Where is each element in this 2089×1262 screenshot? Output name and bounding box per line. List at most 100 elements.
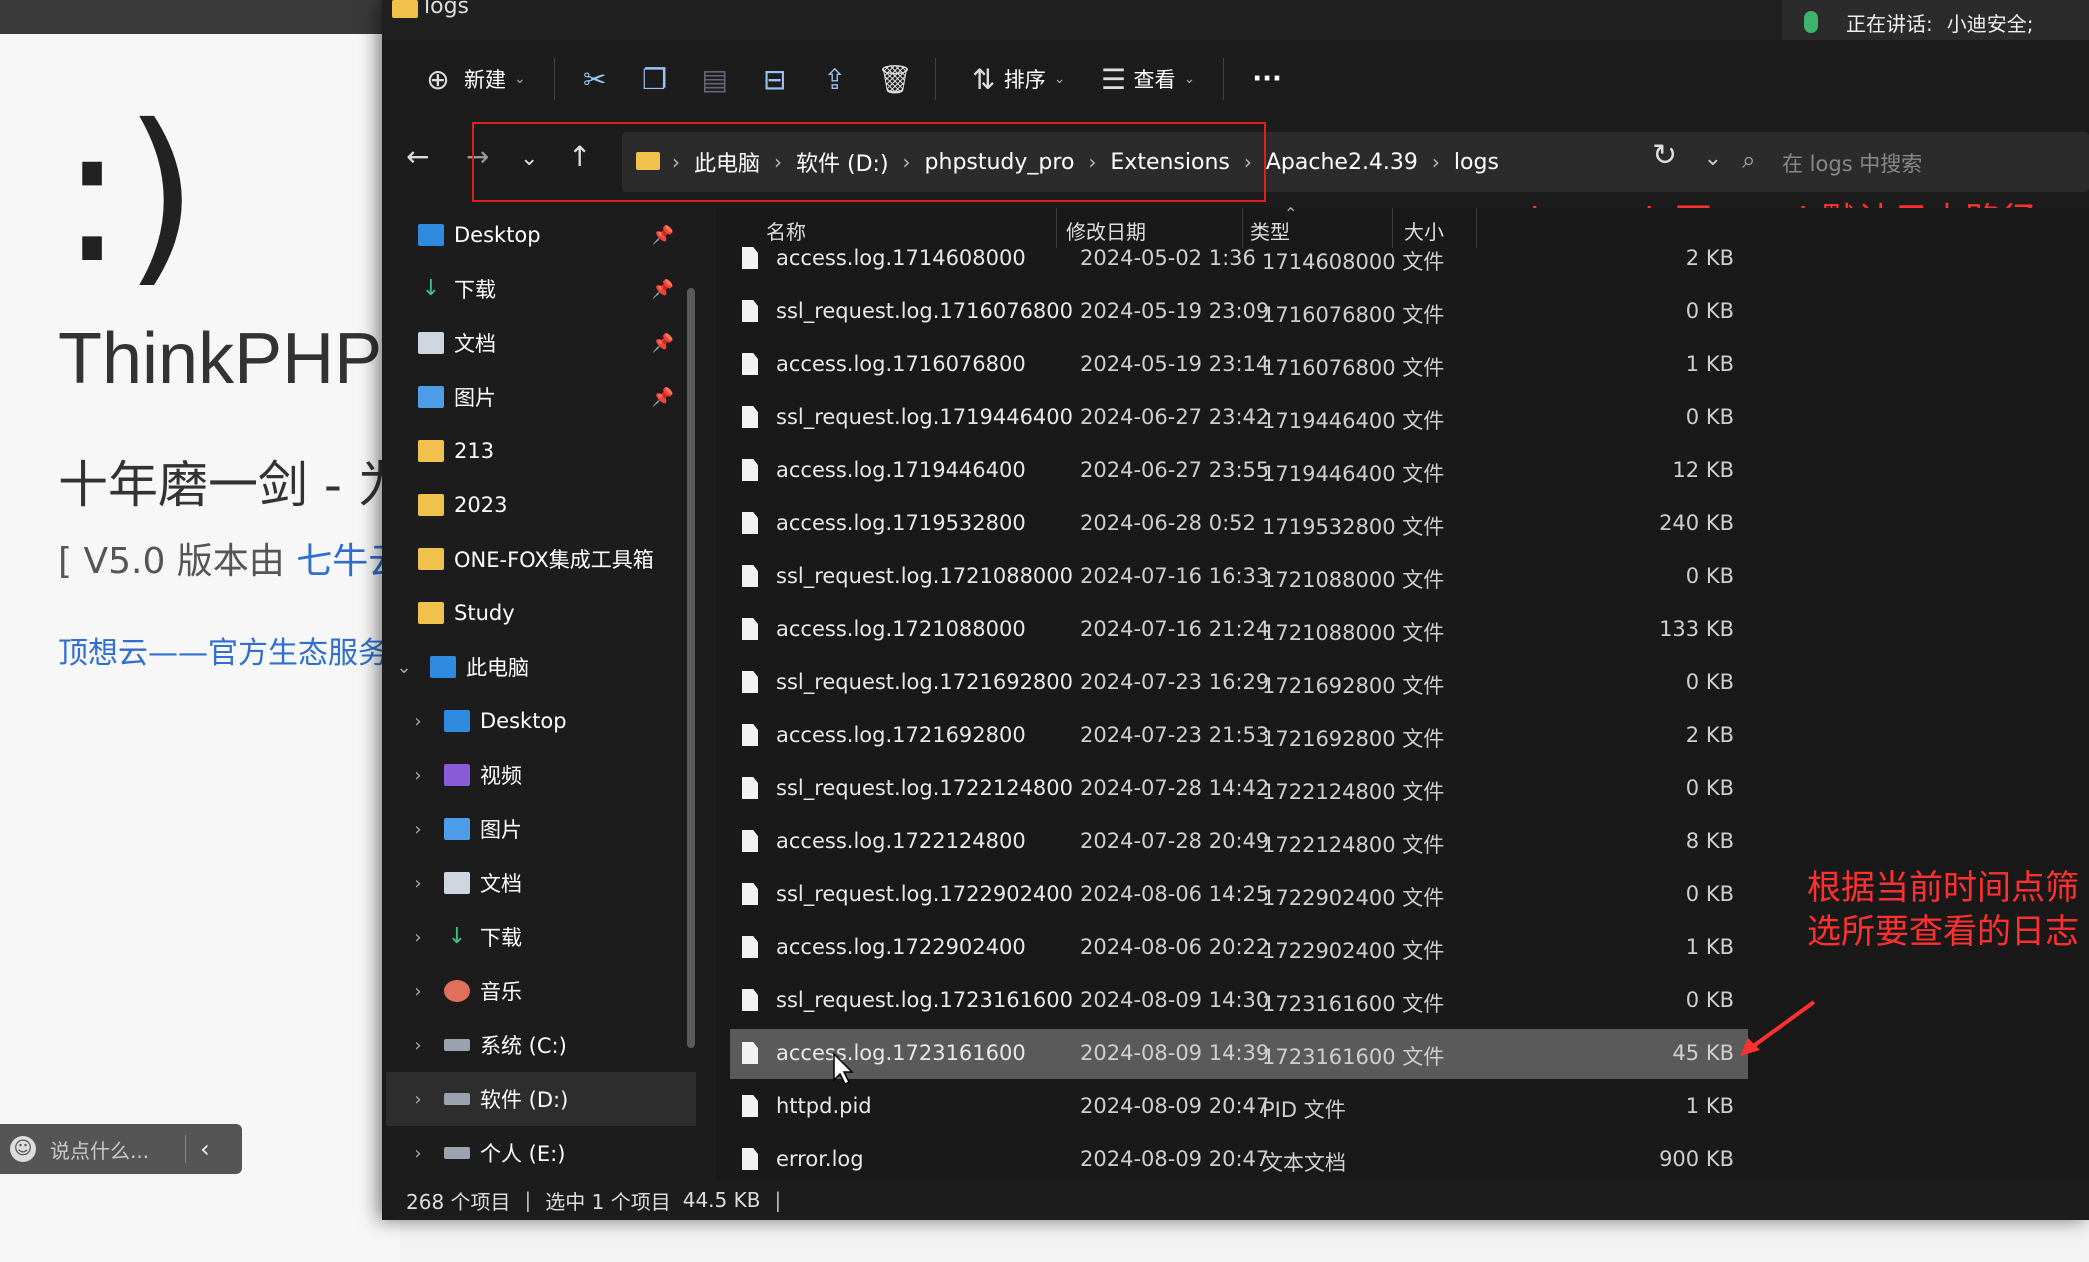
sidebar-item-study[interactable]: Study [418, 586, 718, 640]
sidebar-scrollbar[interactable] [687, 288, 695, 1048]
share-icon[interactable]: ⇪ [809, 63, 861, 96]
new-button[interactable]: ⊕ 新建 ⌄ [398, 51, 540, 107]
collapsed-chevron-icon[interactable]: › [406, 1143, 430, 1164]
table-row[interactable]: access.log.1719532800 2024-06-28 0:52 1719… [730, 499, 1748, 549]
sidebar-item-label: 图片 [480, 818, 522, 842]
sidebar-item-pictures[interactable]: › 图片 [406, 802, 706, 856]
sidebar-item-drive-e[interactable]: › 个人 (E:) [406, 1126, 706, 1180]
collapsed-chevron-icon[interactable]: › [406, 819, 430, 840]
more-options-button[interactable]: ··· [1238, 51, 1296, 107]
sidebar-item-label: Desktop [454, 223, 541, 247]
collapsed-chevron-icon[interactable]: › [406, 711, 430, 732]
refresh-icon[interactable]: ↻ [1652, 138, 1677, 173]
sidebar-item-videos[interactable]: › 视频 [406, 748, 706, 802]
chat-input-bar[interactable]: ☺ 说点什么... ‹ [0, 1124, 242, 1174]
sidebar-item-desktop[interactable]: › Desktop [406, 694, 706, 748]
breadcrumb-logs[interactable]: logs [1454, 150, 1499, 175]
collapsed-chevron-icon[interactable]: › [406, 981, 430, 1002]
sidebar-item-label: 下载 [454, 278, 496, 302]
sort-label: 排序 [1003, 68, 1046, 92]
table-row[interactable]: ssl_request.log.1722124800 2024-07-28 14:… [730, 764, 1748, 814]
folder-icon [418, 440, 444, 462]
table-row[interactable]: access.log.1714608000 2024-05-02 1:36 1714… [730, 234, 1748, 284]
file-icon [742, 565, 758, 587]
folder-icon [418, 602, 444, 624]
file-icon [742, 671, 758, 693]
file-date: 2024-05-19 23:14 [1080, 352, 1270, 376]
expanded-chevron-icon[interactable]: ⌄ [392, 657, 416, 678]
file-size: 1 KB [1685, 1094, 1734, 1118]
sidebar-item-downloads[interactable]: › ↓ 下载 [406, 910, 706, 964]
search-input[interactable]: ⌕ 在 logs 中搜索 [1720, 132, 2089, 192]
paste-icon[interactable]: ▤ [689, 63, 741, 96]
table-row[interactable]: ssl_request.log.1721088000 2024-07-16 16:… [730, 552, 1748, 602]
cut-icon[interactable]: ✂ [569, 63, 621, 96]
collapsed-chevron-icon[interactable]: › [406, 765, 430, 786]
sidebar-item-onefox[interactable]: ONE-FOX集成工具箱 [418, 532, 708, 586]
status-divider: | [774, 1188, 782, 1212]
table-row[interactable]: ssl_request.log.1716076800 2024-05-19 23:… [730, 287, 1748, 337]
sidebar-item-music[interactable]: › 音乐 [406, 964, 706, 1018]
sidebar-item-drive-c[interactable]: › 系统 (C:) [406, 1018, 706, 1072]
file-name: access.log.1721088000 [776, 617, 1026, 641]
table-row[interactable]: access.log.1723161600 2024-08-09 14:39 172… [730, 1029, 1748, 1079]
sidebar-item-desktop-pinned[interactable]: Desktop 📌 [418, 208, 718, 262]
table-row[interactable]: access.log.1719446400 2024-06-27 23:55 171… [730, 446, 1748, 496]
table-row[interactable]: ssl_request.log.1722902400 2024-08-06 14:… [730, 870, 1748, 920]
sidebar-item-documents-pinned[interactable]: 文档 📌 [418, 316, 718, 370]
file-name: access.log.1719532800 [776, 511, 1026, 535]
table-row[interactable]: access.log.1722902400 2024-08-06 20:22 172… [730, 923, 1748, 973]
sidebar-item-documents[interactable]: › 文档 [406, 856, 706, 910]
collapsed-chevron-icon[interactable]: › [406, 873, 430, 894]
sidebar-item-label: 213 [454, 439, 495, 463]
sidebar-item-downloads-pinned[interactable]: ↓ 下载 📌 [418, 262, 718, 316]
table-row[interactable]: error.log 2024-08-09 20:47 文本文档 900 KB [730, 1135, 1748, 1185]
sidebar-item-213[interactable]: 213 [418, 424, 718, 478]
table-row[interactable]: ssl_request.log.1719446400 2024-06-27 23:… [730, 393, 1748, 443]
video-icon [444, 764, 470, 786]
file-date: 2024-08-09 20:47 [1080, 1094, 1270, 1118]
sidebar-item-label: ONE-FOX集成工具箱 [454, 548, 654, 572]
selected-size: 44.5 KB [682, 1188, 761, 1212]
sidebar-item-2023[interactable]: 2023 [418, 478, 718, 532]
talk-label: 正在讲话: [1846, 11, 1933, 36]
file-icon [742, 989, 758, 1011]
table-row[interactable]: httpd.pid 2024-08-09 20:47 PID 文件 1 KB [730, 1082, 1748, 1132]
copy-icon[interactable]: ❐ [629, 63, 681, 96]
file-date: 2024-07-28 20:49 [1080, 829, 1270, 853]
file-icon [742, 1042, 758, 1064]
table-row[interactable]: access.log.1716076800 2024-05-19 23:14 171… [730, 340, 1748, 390]
sidebar-item-pictures-pinned[interactable]: 图片 📌 [418, 370, 718, 424]
table-row[interactable]: access.log.1721692800 2024-07-23 21:53 172… [730, 711, 1748, 761]
file-size: 0 KB [1685, 988, 1734, 1012]
sidebar-item-drive-d[interactable]: › 软件 (D:) [386, 1072, 696, 1126]
collapsed-chevron-icon[interactable]: › [406, 1089, 430, 1110]
file-date: 2024-07-23 16:29 [1080, 670, 1270, 694]
file-date: 2024-06-28 0:52 [1080, 511, 1256, 535]
drive-icon [444, 1147, 470, 1159]
delete-icon[interactable]: 🗑 [869, 63, 921, 96]
collapsed-chevron-icon[interactable]: › [406, 1035, 430, 1056]
sidebar-item-this-pc[interactable]: ⌄ 此电脑 [392, 640, 692, 694]
chevron-down-icon: ⌄ [1053, 71, 1066, 87]
file-type: 1716076800 文件 [1262, 356, 1445, 380]
collapse-chevron-icon[interactable]: ‹ [200, 1135, 210, 1163]
file-type: 1714608000 文件 [1262, 250, 1445, 274]
computer-icon [430, 656, 456, 678]
view-button[interactable]: ☰ 查看 ⌄ [1079, 51, 1209, 107]
file-name: access.log.1719446400 [776, 458, 1026, 482]
table-row[interactable]: ssl_request.log.1721692800 2024-07-23 16:… [730, 658, 1748, 708]
rename-icon[interactable]: ⊟ [749, 63, 801, 96]
collapsed-chevron-icon[interactable]: › [406, 927, 430, 948]
table-row[interactable]: access.log.1722124800 2024-07-28 20:49 172… [730, 817, 1748, 867]
topthink-link[interactable]: 顶想云——官方生态服务 [58, 628, 388, 672]
breadcrumb-apache[interactable]: Apache2.4.39 [1266, 150, 1418, 175]
file-type: 1722124800 文件 [1262, 833, 1445, 857]
sort-button[interactable]: ⇅ 排序 ⌄ [950, 51, 1080, 107]
search-placeholder: 在 logs 中搜索 [1782, 152, 1923, 176]
back-arrow-icon[interactable]: ← [406, 140, 429, 173]
file-name: ssl_request.log.1722902400 [776, 882, 1074, 906]
table-row[interactable]: access.log.1721088000 2024-07-16 21:24 172… [730, 605, 1748, 655]
emoji-icon[interactable]: ☺ [10, 1136, 36, 1162]
table-row[interactable]: ssl_request.log.1723161600 2024-08-09 14:… [730, 976, 1748, 1026]
